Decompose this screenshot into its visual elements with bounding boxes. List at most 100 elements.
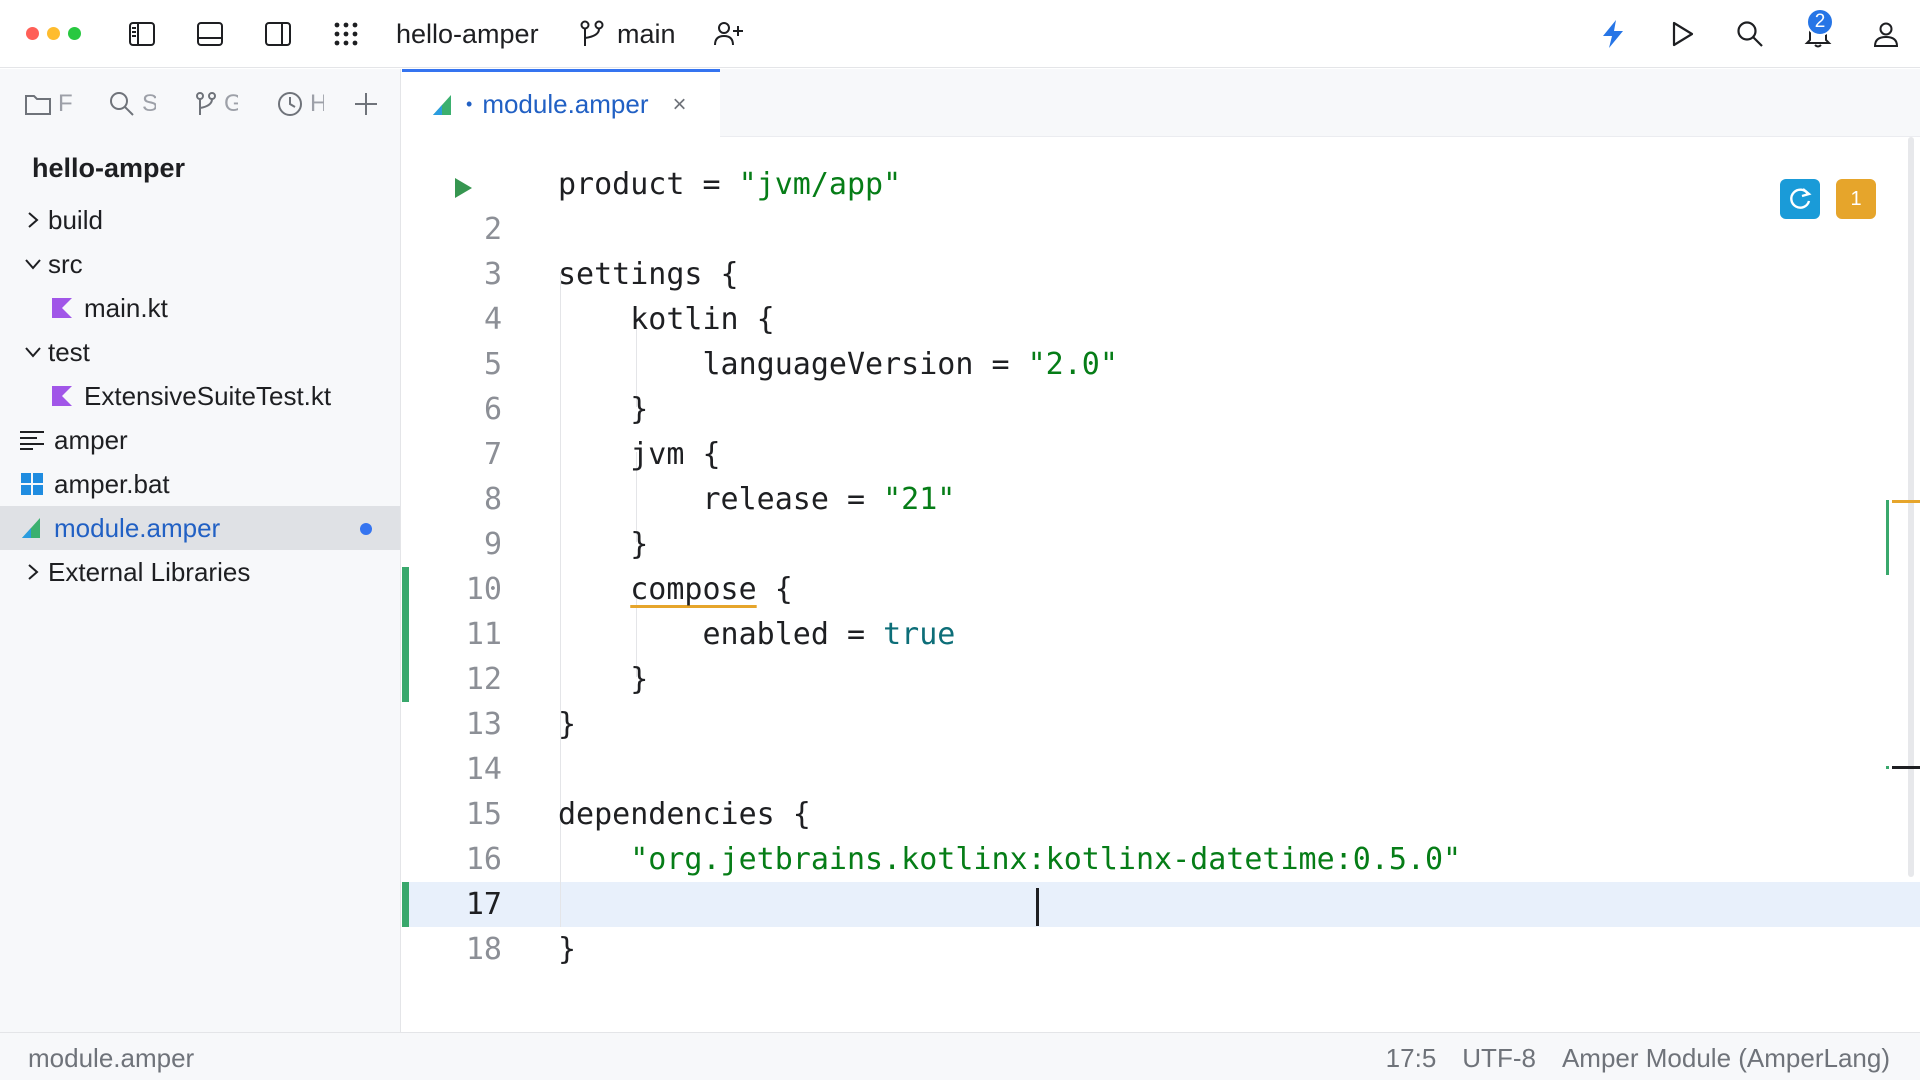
toggle-right-panel-icon[interactable] xyxy=(260,16,296,52)
code-line-1: product = "jvm/app" xyxy=(558,162,901,207)
warning-stripe-mark[interactable] xyxy=(1892,500,1920,503)
minimize-window-button[interactable] xyxy=(47,27,60,40)
code-warning-compose[interactable]: compose xyxy=(630,572,756,607)
line-number: 11 xyxy=(465,617,502,652)
tab-project[interactable]: F xyxy=(24,87,72,121)
editor-tab-label: module.amper xyxy=(482,89,649,119)
kotlin-file-icon xyxy=(48,382,76,410)
tab-history[interactable]: H xyxy=(276,87,324,121)
notifications-count-badge: 2 xyxy=(1806,8,1834,36)
tab-history-label: H xyxy=(310,90,324,117)
refresh-icon xyxy=(1790,188,1812,209)
file-encoding[interactable]: UTF-8 xyxy=(1462,1043,1536,1074)
change-stripe-mark[interactable] xyxy=(1886,766,1889,769)
tree-item-main-kt[interactable]: main.kt xyxy=(0,286,400,330)
text-caret xyxy=(1036,888,1039,926)
project-selector[interactable]: hello-amper xyxy=(396,18,539,50)
windows-file-icon xyxy=(18,470,46,498)
chevron-down-icon[interactable] xyxy=(18,345,48,359)
code-line-9: } xyxy=(558,527,649,562)
tree-item-module-amper[interactable]: module.amper xyxy=(0,506,400,550)
zoom-window-button[interactable] xyxy=(68,27,81,40)
code-line-5: languageVersion = "2.0" xyxy=(558,342,1118,387)
code-line-12: } xyxy=(558,662,649,697)
branch-selector[interactable]: main xyxy=(617,18,676,50)
line-number: 7 xyxy=(483,437,502,472)
caret-stripe-mark[interactable] xyxy=(1892,766,1920,769)
tree-item-amper[interactable]: amper xyxy=(0,418,400,462)
code-editor[interactable]: 2 3 4 5 6 7 8 9 10 11 12 13 14 15 16 17 … xyxy=(402,137,1920,1032)
tree-item-extensive-suite-test[interactable]: ExtensiveSuiteTest.kt xyxy=(0,374,400,418)
status-breadcrumb-file[interactable]: module.amper xyxy=(28,1043,194,1074)
modified-indicator xyxy=(360,523,372,535)
code-string: "2.0" xyxy=(1027,347,1118,382)
line-number: 12 xyxy=(465,662,502,697)
current-line-highlight xyxy=(402,882,1920,927)
tab-search[interactable]: S xyxy=(108,87,156,121)
toggle-bottom-panel-icon[interactable] xyxy=(192,16,228,52)
tree-item-external-libraries[interactable]: External Libraries xyxy=(0,550,400,594)
close-window-button[interactable] xyxy=(26,27,39,40)
code-op: = xyxy=(973,347,1028,382)
search-everywhere-icon[interactable] xyxy=(1732,16,1768,52)
tree-item-label: module.amper xyxy=(54,512,221,543)
line-number: 8 xyxy=(483,482,502,517)
amper-file-icon xyxy=(433,94,451,115)
line-number xyxy=(402,162,502,207)
reload-project-button[interactable] xyxy=(1780,179,1820,219)
code-line-11: enabled = true xyxy=(558,612,955,657)
code-line-3: settings { xyxy=(558,257,739,292)
title-bar: hello-amper main 2 xyxy=(0,0,1920,68)
add-tab-plus-icon[interactable] xyxy=(352,87,380,121)
code-op: = xyxy=(828,482,884,517)
warnings-count-button[interactable]: 1 xyxy=(1836,179,1876,219)
tree-item-label: src xyxy=(48,248,83,279)
notifications-bell-icon[interactable]: 2 xyxy=(1800,8,1836,52)
ai-assistant-bolt-icon[interactable] xyxy=(1595,16,1631,52)
tree-item-amper-bat[interactable]: amper.bat xyxy=(0,462,400,506)
code-brace: { xyxy=(756,572,793,607)
code-line-8: release = "21" xyxy=(558,477,955,522)
account-icon[interactable] xyxy=(1868,16,1904,52)
code-key: release xyxy=(558,482,829,517)
toggle-left-panel-icon[interactable] xyxy=(124,16,160,52)
folder-icon xyxy=(25,95,51,115)
tree-item-build[interactable]: build xyxy=(0,198,400,242)
run-icon[interactable] xyxy=(1664,16,1700,52)
caret-position[interactable]: 17:5 xyxy=(1386,1043,1437,1074)
line-number: 9 xyxy=(483,527,502,562)
branch-icon xyxy=(196,92,216,115)
code-string: "org.jetbrains.kotlinx:kotlinx-datetime:… xyxy=(630,842,1462,877)
line-number: 10 xyxy=(465,572,502,607)
main-menu-grid-icon[interactable] xyxy=(328,16,364,52)
code-line-10: compose { xyxy=(558,567,793,612)
kotlin-file-icon xyxy=(48,294,76,322)
line-number: 6 xyxy=(483,392,502,427)
add-collaborator-icon[interactable] xyxy=(710,16,746,52)
chevron-right-icon[interactable] xyxy=(18,562,48,582)
line-number: 16 xyxy=(465,842,502,877)
branch-icon xyxy=(574,16,610,52)
tree-item-label: main.kt xyxy=(84,292,168,323)
change-stripe-mark[interactable] xyxy=(1886,500,1889,575)
code-line-15: dependencies { xyxy=(558,797,811,832)
line-number: 14 xyxy=(465,752,502,787)
code-key: product xyxy=(558,167,685,202)
tab-git[interactable]: G xyxy=(194,87,238,121)
code-line-18: } xyxy=(558,932,577,967)
code-line-16: "org.jetbrains.kotlinx:kotlinx-datetime:… xyxy=(558,837,1461,882)
tree-item-src[interactable]: src xyxy=(0,242,400,286)
chevron-down-icon[interactable] xyxy=(18,257,48,271)
project-tool-window: F S G H hello-amper build src main.kt te… xyxy=(0,69,401,1032)
line-number: 4 xyxy=(483,302,502,337)
line-number: 15 xyxy=(465,797,502,832)
line-number-current: 17 xyxy=(465,887,502,922)
tree-root-label[interactable]: hello-amper xyxy=(32,153,185,184)
chevron-right-icon[interactable] xyxy=(18,210,48,230)
close-tab-icon[interactable]: × xyxy=(673,91,687,119)
tree-item-test[interactable]: test xyxy=(0,330,400,374)
tree-item-label: ExtensiveSuiteTest.kt xyxy=(84,380,332,411)
editor-tab-module-amper[interactable]: • module.amper × xyxy=(402,69,720,137)
file-language[interactable]: Amper Module (AmperLang) xyxy=(1562,1043,1890,1074)
